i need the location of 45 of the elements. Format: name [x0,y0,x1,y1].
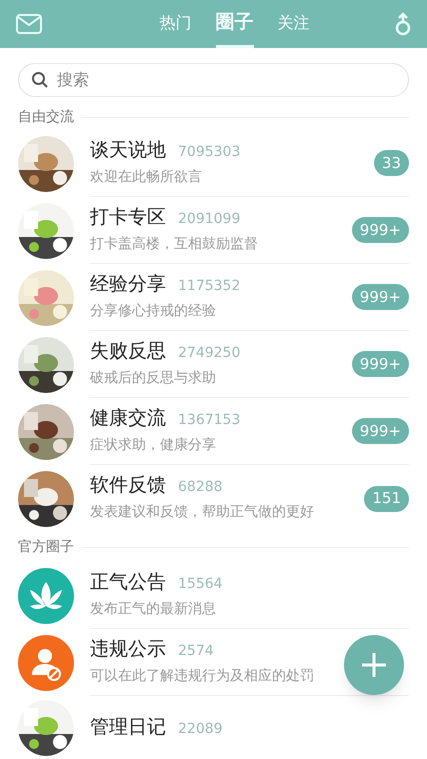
member-count: 2574 [178,642,214,660]
circle-description: 可以在此了解违规行为及相应的处罚 [90,666,315,686]
tab[interactable]: 关注 [278,0,310,48]
circle-name: 健康交流 [90,406,166,430]
search-field[interactable]: 搜索 [18,63,409,97]
circle-description: 分享修心持戒的经验 [90,302,217,320]
circle-name: 经验分享 [90,272,166,296]
count-badge: 33 [374,150,409,176]
count-badge: 999+ [352,284,409,310]
circle-name: 失败反思 [90,340,166,364]
member-count: 1175352 [178,276,240,296]
plus-icon [361,652,387,678]
count-badge: 999+ [352,217,409,243]
member-count: 68288 [178,478,223,497]
count-badge: 151 [364,486,409,512]
circle-name: 管理日记 [90,716,166,740]
circle-name: 违规公示 [90,638,166,662]
member-count: 15564 [178,574,223,594]
circle-name: 打卡专区 [90,206,166,230]
member-count: 7095303 [178,142,240,162]
count-badge: 999+ [352,351,409,377]
circle-name: 正气公告 [90,570,166,594]
user-ban-icon [18,634,74,690]
circle-name: 软件反馈 [90,474,166,498]
male-symbol-icon[interactable] [395,12,411,36]
tab[interactable]: 热门 [160,0,192,48]
circle-description: 打卡盖高楼，互相鼓励监督 [90,234,259,254]
circle-description: 症状求助，健康分享 [90,436,217,454]
tab[interactable]: 圈子 [216,0,254,48]
section-title: 官方圈子 [18,538,74,556]
circle-description: 发表建议和反馈，帮助正气做的更好 [90,503,315,522]
circle-description: 欢迎在此畅所欲言 [90,168,203,186]
search-icon [31,71,49,89]
circle-description: 破戒后的反思与求助 [90,368,217,388]
member-count: 1367153 [178,410,240,430]
count-badge: 999+ [352,418,409,444]
member-count: 2749250 [178,344,240,362]
search-input[interactable]: 搜索 [57,68,396,92]
circle-name: 谈天说地 [90,138,166,162]
circle-description: 发布正气的最新消息 [90,600,217,618]
mail-icon[interactable] [16,14,42,34]
lotus-icon [18,568,74,624]
member-count: 22089 [178,720,223,738]
member-count: 2091099 [178,210,240,228]
section-title: 自由交流 [18,108,74,126]
